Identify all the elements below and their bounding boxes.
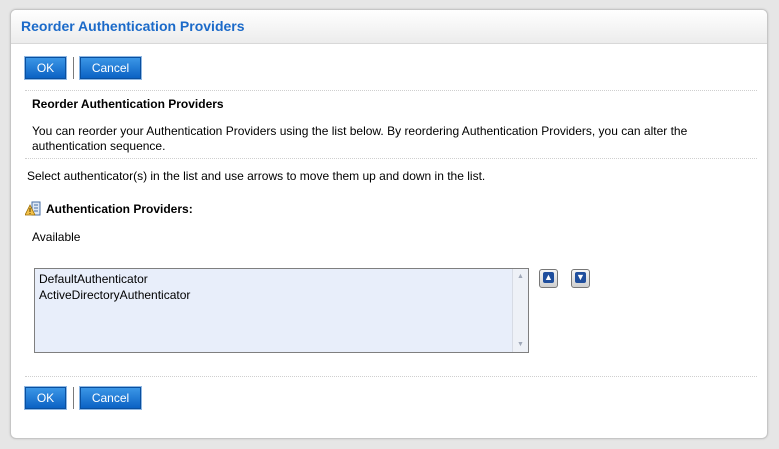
arrow-down-icon: ▼ (575, 272, 586, 283)
button-separator (73, 57, 74, 79)
arrow-up-icon: ▲ (543, 272, 554, 283)
listbox-scrollbar[interactable]: ▲ ▼ (512, 269, 528, 352)
button-separator (73, 387, 74, 409)
scroll-up-icon[interactable]: ▲ (515, 271, 526, 282)
available-label: Available (32, 230, 81, 244)
scroll-down-icon[interactable]: ▼ (515, 339, 526, 350)
divider (25, 158, 757, 159)
providers-label: Authentication Providers: (46, 202, 193, 216)
section-description-line2: authentication sequence. (32, 139, 166, 153)
cancel-button-top[interactable]: Cancel (79, 56, 142, 80)
instruction-text: Select authenticator(s) in the list and … (27, 169, 486, 183)
dialog-panel: Reorder Authentication Providers OK Canc… (10, 9, 768, 439)
divider (25, 90, 757, 91)
ok-button-top[interactable]: OK (24, 56, 67, 80)
move-up-button[interactable]: ▲ (539, 269, 558, 288)
cancel-button-bottom[interactable]: Cancel (79, 386, 142, 410)
list-item[interactable]: ActiveDirectoryAuthenticator (39, 288, 190, 302)
title-bar: Reorder Authentication Providers (11, 10, 767, 44)
section-heading: Reorder Authentication Providers (32, 97, 224, 111)
page-title: Reorder Authentication Providers (21, 18, 245, 34)
ok-button-bottom[interactable]: OK (24, 386, 67, 410)
list-item[interactable]: DefaultAuthenticator (39, 272, 148, 286)
authentication-providers-icon (25, 201, 41, 216)
move-down-button[interactable]: ▼ (571, 269, 590, 288)
section-description-line1: You can reorder your Authentication Prov… (32, 124, 688, 138)
providers-listbox[interactable]: DefaultAuthenticator ActiveDirectoryAuth… (34, 268, 529, 353)
divider (25, 376, 757, 377)
